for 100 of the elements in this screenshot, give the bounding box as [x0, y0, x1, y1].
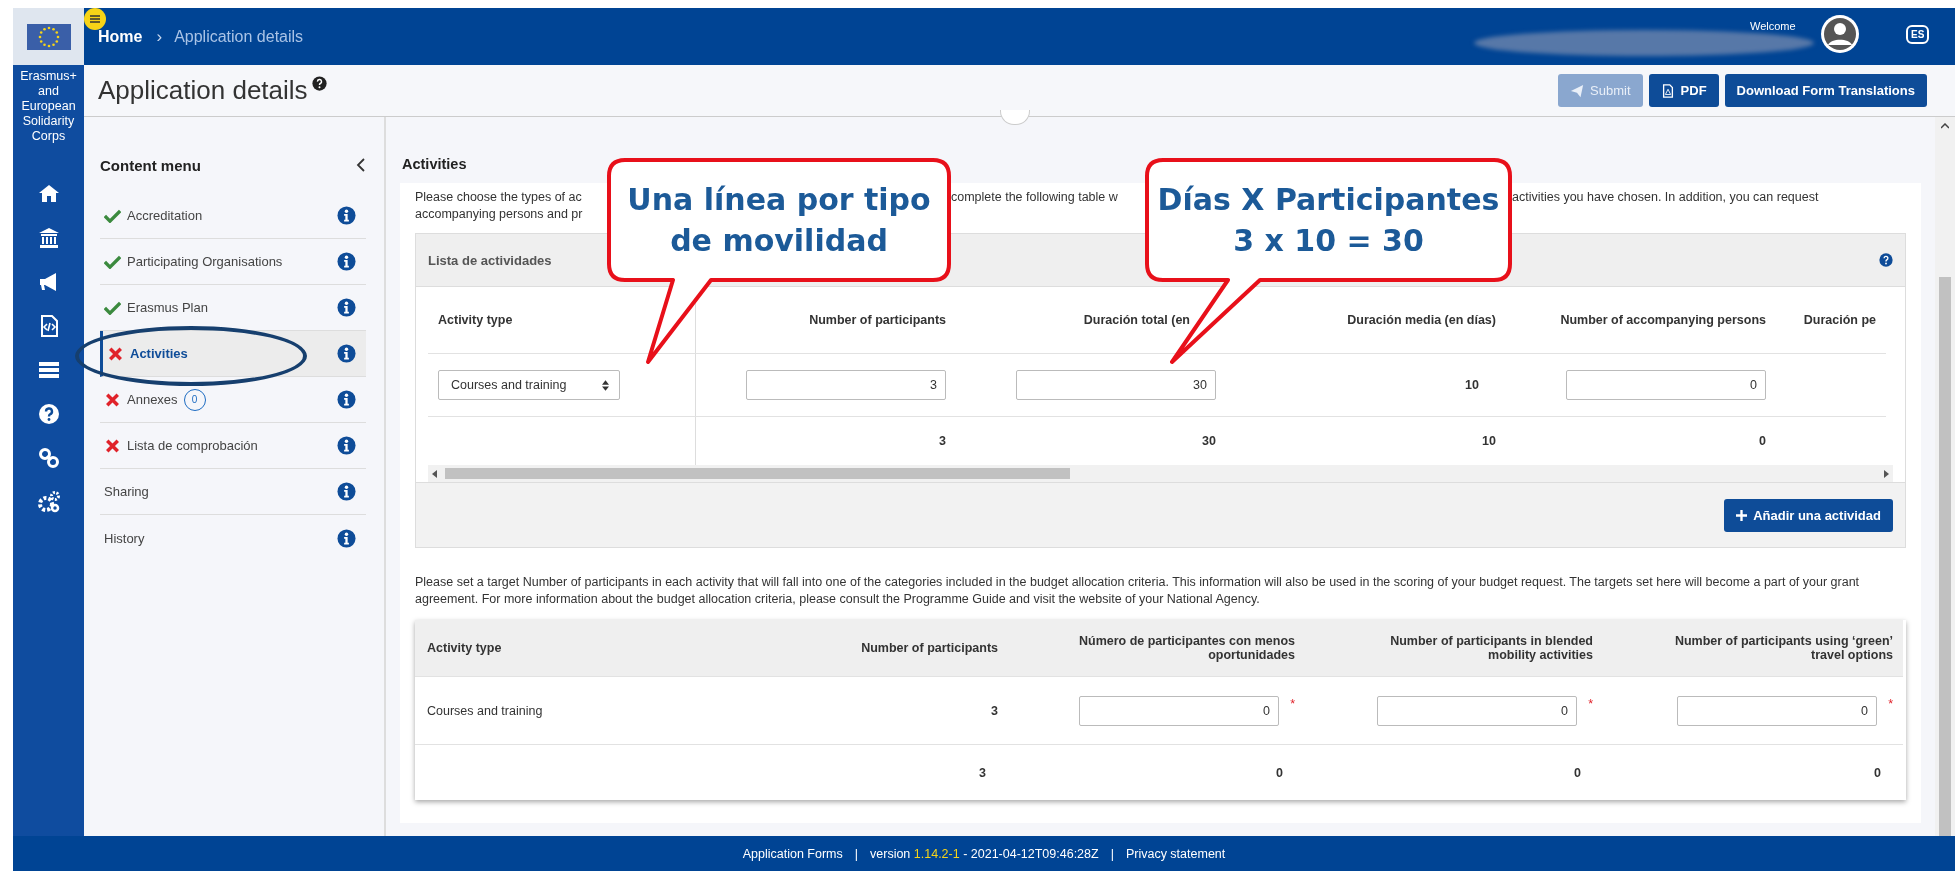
footer-separator: | [1110, 846, 1114, 861]
breadcrumb-current: Application details [174, 27, 304, 46]
sort-caret-icon [602, 379, 609, 391]
column-header: Número de participantes con menos oportunidades [1077, 634, 1295, 662]
privacy-link[interactable]: Privacy statement [1125, 846, 1226, 861]
content-menu-item[interactable]: Sharing [100, 469, 366, 515]
intro-text: complete the following table w [951, 189, 1119, 206]
help-icon[interactable] [1879, 253, 1893, 267]
help-icon[interactable] [36, 402, 61, 426]
check-icon [104, 300, 121, 315]
callout-text: Una línea por tipo de movilidad [627, 181, 931, 260]
add-activity-button[interactable]: Añadir una actividad [1724, 498, 1893, 532]
column-header: Duración pe [1776, 287, 1886, 354]
menu-item-label: Annexes [127, 392, 178, 407]
column-header: Number of participants [861, 641, 998, 655]
column-header: Activity type [427, 641, 502, 655]
flag-logo [26, 21, 71, 52]
language-button[interactable]: ES [1906, 25, 1930, 44]
cross-icon [104, 392, 121, 407]
menu-item-label: Accreditation [127, 208, 203, 223]
menu-item-label: History [104, 530, 145, 546]
footer-app-name: Application Forms [742, 846, 843, 861]
table-cell: Courses and training [427, 703, 543, 718]
scroll-right-icon[interactable] [1883, 469, 1889, 478]
menu-item-label: Activities [130, 346, 188, 361]
page-title: Application details [98, 75, 308, 106]
scroll-left-icon[interactable] [432, 469, 438, 478]
gears-icon[interactable] [36, 490, 61, 514]
menu-item-label: Participating Organisations [127, 254, 283, 269]
breadcrumb-separator: › [156, 26, 163, 47]
horizontal-scrollbar[interactable] [428, 465, 1893, 482]
cross-icon [104, 438, 121, 453]
menu-item-label: Sharing [104, 484, 149, 499]
required-mark: * [1887, 697, 1893, 711]
scroll-up-icon[interactable] [1941, 123, 1949, 129]
input-field[interactable]: 3 [746, 370, 946, 400]
targets-note: Please set a target Number of participants in each activity that will fall into one of the categories included in the budget allocation criteria. This information will also be used in the scoring of your budget request. The targets set here will become a part of your grant agreement. For more information about the budget allocation criteria, please consult the Programme Guide and visit the website of your National Agency. [415, 574, 1861, 608]
intro-text: accompanying persons and pr [415, 206, 584, 223]
program-name: Erasmus+ and European Solidarity Corps [19, 68, 78, 144]
content-menu-item[interactable]: Activities [100, 331, 366, 377]
info-icon[interactable] [337, 436, 356, 455]
chevron-left-icon[interactable] [356, 158, 366, 172]
content-menu-title: Content menu [100, 156, 201, 174]
welcome-text: Welcome [1750, 20, 1796, 32]
version-text: version 1.14.2-1 - 2021-04-12T09:46:28Z [870, 846, 1099, 861]
link-icon[interactable] [36, 446, 61, 470]
column-header: Number of accompanying persons [1506, 287, 1776, 354]
section-title: Activities [401, 155, 468, 174]
info-icon[interactable] [337, 390, 356, 409]
input-field[interactable]: 0 [1566, 370, 1766, 400]
plus-icon [1736, 509, 1748, 521]
content-menu-item[interactable]: Lista de comprobación [100, 423, 366, 469]
total-cell-text: 10 [1481, 433, 1497, 450]
table-cell-text: 10 [1465, 378, 1480, 392]
total-cell-text: 0 [1758, 433, 1767, 450]
content-menu-item[interactable]: Participating Organisations [100, 239, 366, 285]
activity-type-select[interactable]: Courses and training [438, 370, 620, 400]
info-icon[interactable] [337, 528, 356, 548]
input-field[interactable]: 0 [1079, 695, 1279, 726]
content-menu-item[interactable]: Accreditation [100, 193, 366, 239]
callout-text: Días X Participantes 3 x 10 = 30 [1157, 181, 1500, 260]
avatar-icon[interactable] [1820, 14, 1860, 54]
total-cell: 3 [979, 765, 986, 780]
content-menu-item[interactable]: History [100, 515, 366, 561]
card-title: Lista de actividades [428, 252, 552, 268]
cross-icon [107, 346, 124, 361]
column-header: Number of participants in blended mobility activities [1389, 634, 1593, 662]
info-icon[interactable] [337, 482, 356, 501]
input-field[interactable]: 0 [1677, 695, 1877, 726]
total-cell: 0 [1574, 765, 1581, 780]
required-mark: * [1289, 697, 1295, 711]
vertical-scrollbar[interactable] [1935, 117, 1955, 836]
menu-item-label: Lista de comprobación [127, 438, 258, 453]
total-cell: 0 [1874, 765, 1881, 780]
check-icon [104, 254, 121, 269]
total-cell-text: 3 [938, 433, 947, 450]
total-cell: 0 [1276, 765, 1283, 780]
pdf-button[interactable]: PDF [1648, 74, 1719, 107]
download-button[interactable]: Download Form Translations [1724, 74, 1927, 107]
info-icon[interactable] [337, 344, 356, 363]
send-icon [1570, 83, 1585, 98]
menu-icon [90, 15, 100, 23]
home-link[interactable]: Home [98, 27, 143, 46]
info-icon[interactable] [337, 206, 356, 225]
input-field[interactable]: 0 [1377, 695, 1577, 726]
input-field[interactable]: 30 [1016, 370, 1216, 400]
intro-text: Please choose the types of ac [415, 189, 583, 206]
info-icon[interactable] [337, 252, 356, 271]
content-menu-item[interactable]: Annexes 0 [100, 377, 366, 423]
footer-separator: | [854, 846, 858, 861]
check-icon [104, 208, 121, 223]
required-mark: * [1587, 697, 1593, 711]
file-icon [1660, 83, 1675, 98]
intro-text: activities you have chosen. In addition, you can request [1512, 189, 1820, 206]
column-header: Number of participants using ‘green’ travel options [1673, 634, 1893, 662]
total-cell-text: 30 [1201, 433, 1217, 450]
table-cell: 3 [991, 703, 998, 718]
menu-item-label: Erasmus Plan [127, 300, 208, 315]
help-icon[interactable] [311, 76, 327, 91]
info-icon[interactable] [337, 298, 356, 317]
